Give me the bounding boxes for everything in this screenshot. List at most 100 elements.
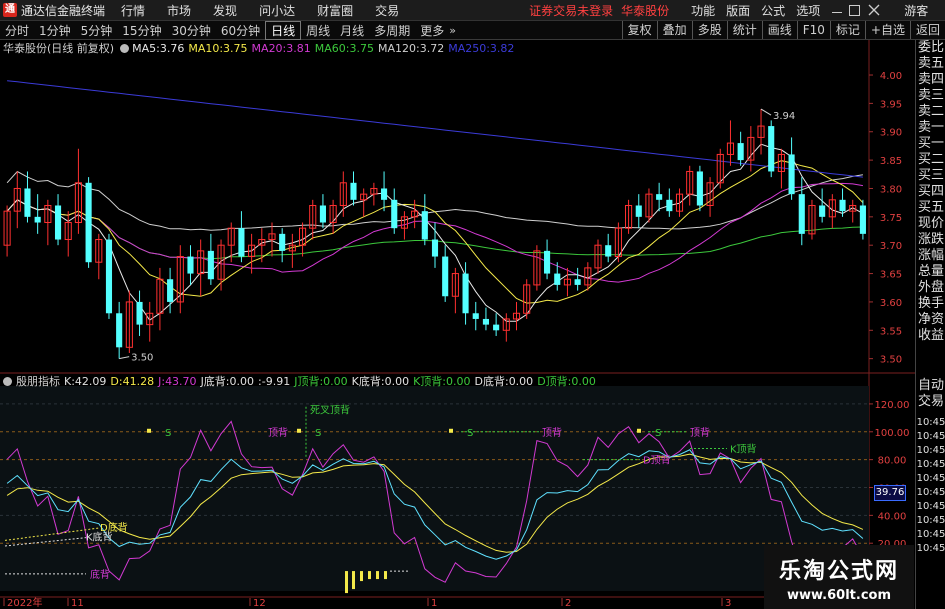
j-value: 43.70 <box>165 374 197 388</box>
period-button-30min[interactable]: 30分钟 <box>167 22 216 39</box>
k-top-label: K顶背: <box>413 375 446 388</box>
s-dot <box>637 428 641 433</box>
k-label: K: <box>64 374 75 388</box>
period-button-more[interactable]: 更多 <box>415 22 449 39</box>
indicator-name[interactable]: 殷朋指标 <box>16 373 60 389</box>
menu-item-quotes[interactable]: 行情 <box>121 2 145 19</box>
right-quote-panel: 委比 卖五 卖四 卖三 卖二 卖一 买一 买二 买三 买四 买五 现价 涨跌 涨… <box>915 40 945 609</box>
maximize-icon[interactable] <box>849 4 861 16</box>
chevron-right-icon[interactable]: » <box>449 24 456 37</box>
menu-item-trade[interactable]: 交易 <box>375 2 399 19</box>
tool-add-watch[interactable]: +自选 <box>864 21 910 39</box>
top-divergence-label: 顶背 <box>542 426 562 439</box>
panel-time-2: 10:45 <box>916 431 945 442</box>
candle-body <box>788 154 795 195</box>
period-button-intraday[interactable]: 分时 <box>0 22 34 39</box>
candle-body <box>737 143 744 161</box>
candle-body <box>85 182 92 263</box>
tool-adjust[interactable]: 复权 <box>621 21 657 39</box>
close-icon[interactable] <box>868 4 880 16</box>
panel-item-volume[interactable]: 总量 <box>916 264 945 280</box>
login-notice[interactable]: 证券交易未登录 <box>529 2 613 19</box>
price-tick-label: 3.90 <box>880 128 902 139</box>
candle-body <box>279 233 286 251</box>
tool-overlay[interactable]: 叠加 <box>656 21 692 39</box>
candle-body <box>482 318 489 325</box>
candle-body <box>391 199 398 229</box>
candle-body <box>839 199 846 212</box>
bottom-signal-bar <box>368 571 371 580</box>
menu-item-wealth[interactable]: 财富圈 <box>317 2 353 19</box>
menu-item-formula[interactable]: 公式 <box>761 2 785 19</box>
s-dot <box>297 428 301 433</box>
panel-item-change[interactable]: 涨跌 <box>916 232 945 248</box>
guest-account[interactable]: 游客 <box>904 2 928 19</box>
panel-item-weibi[interactable]: 委比 <box>916 40 945 56</box>
panel-time-1: 10:45 <box>916 417 945 428</box>
indicator-tick-label: 40.00 <box>878 511 907 522</box>
indicator-tick-label: 80.00 <box>878 456 907 467</box>
candle-body <box>238 228 245 257</box>
app-name: 通达信金融终端 <box>21 3 106 18</box>
period-button-60min[interactable]: 60分钟 <box>216 22 265 39</box>
kline-chart[interactable]: 4.00 3.95 3.90 3.85 3.80 3.75 3.70 3.65 3.60 3.55… <box>0 40 915 609</box>
menu-item-function[interactable]: 功能 <box>691 2 715 19</box>
period-button-15min[interactable]: 15分钟 <box>117 22 166 39</box>
period-button-weekly[interactable]: 周线 <box>301 22 335 39</box>
tool-back[interactable]: 返回 <box>909 21 945 39</box>
tool-multi[interactable]: 多股 <box>691 21 727 39</box>
panel-item-sell2[interactable]: 卖二 <box>916 104 945 120</box>
panel-item-pct[interactable]: 涨幅 <box>916 248 945 264</box>
menu-item-market[interactable]: 市场 <box>167 2 191 19</box>
minimize-icon[interactable] <box>831 4 843 16</box>
extreme-label: 3.94 <box>773 111 795 122</box>
panel-item-buy5[interactable]: 买五 <box>916 200 945 216</box>
panel-time-5: 10:45 <box>916 473 945 484</box>
panel-item-sell1[interactable]: 卖一 <box>916 120 945 136</box>
tool-mark[interactable]: 标记 <box>829 21 865 39</box>
price-tick-label: 3.60 <box>880 298 902 309</box>
panel-item-sell4[interactable]: 卖四 <box>916 72 945 88</box>
panel-item-sell3[interactable]: 卖三 <box>916 88 945 104</box>
period-button-monthly[interactable]: 月线 <box>335 22 369 39</box>
d-top-label: D顶背 <box>643 454 671 467</box>
panel-item-buy4[interactable]: 买四 <box>916 184 945 200</box>
panel-trade[interactable]: 交易 <box>916 394 945 410</box>
indicator-tick-label: 120.00 <box>875 400 910 411</box>
panel-item-buy3[interactable]: 买三 <box>916 168 945 184</box>
bottom-signal-bar <box>352 571 355 590</box>
extreme-pointer <box>119 356 130 360</box>
panel-item-buy2[interactable]: 买二 <box>916 152 945 168</box>
menu-item-ask[interactable]: 问小达 <box>259 2 295 19</box>
tool-draw[interactable]: 画线 <box>761 21 797 39</box>
candle-body <box>554 273 561 285</box>
j-top-label: J顶背: <box>294 375 324 388</box>
panel-item-earnings[interactable]: 收益 <box>916 328 945 344</box>
indicator-settings-icon[interactable] <box>3 376 12 386</box>
tool-stats[interactable]: 统计 <box>726 21 762 39</box>
period-button-multi[interactable]: 多周期 <box>369 22 415 39</box>
candle-body <box>462 273 469 314</box>
period-button-daily[interactable]: 日线 <box>265 20 302 40</box>
panel-item-buy1[interactable]: 买一 <box>916 136 945 152</box>
panel-auto[interactable]: 自动 <box>916 378 945 394</box>
panel-item-sell5[interactable]: 卖五 <box>916 56 945 72</box>
period-button-5min[interactable]: 5分钟 <box>76 22 118 39</box>
panel-item-price[interactable]: 现价 <box>916 216 945 232</box>
candle-body <box>24 188 31 217</box>
panel-item-turnover[interactable]: 换手 <box>916 296 945 312</box>
k-value: 42.09 <box>74 374 107 388</box>
period-button-1min[interactable]: 1分钟 <box>34 22 76 39</box>
tool-f10[interactable]: F10 <box>796 21 830 39</box>
candle-body <box>350 182 357 200</box>
bottom-signal-bar <box>384 571 387 580</box>
price-tick-label: 3.95 <box>880 99 902 110</box>
menu-item-discover[interactable]: 发现 <box>213 2 237 19</box>
panel-item-netasset[interactable]: 净资 <box>916 312 945 328</box>
panel-item-outside[interactable]: 外盘 <box>916 280 945 296</box>
x-tick-label: 11 <box>71 598 84 609</box>
candle-body <box>472 313 479 319</box>
menu-item-layout[interactable]: 版面 <box>726 2 750 19</box>
menu-item-options[interactable]: 选项 <box>796 2 820 19</box>
panel-time-8: 10:45 <box>916 515 945 526</box>
